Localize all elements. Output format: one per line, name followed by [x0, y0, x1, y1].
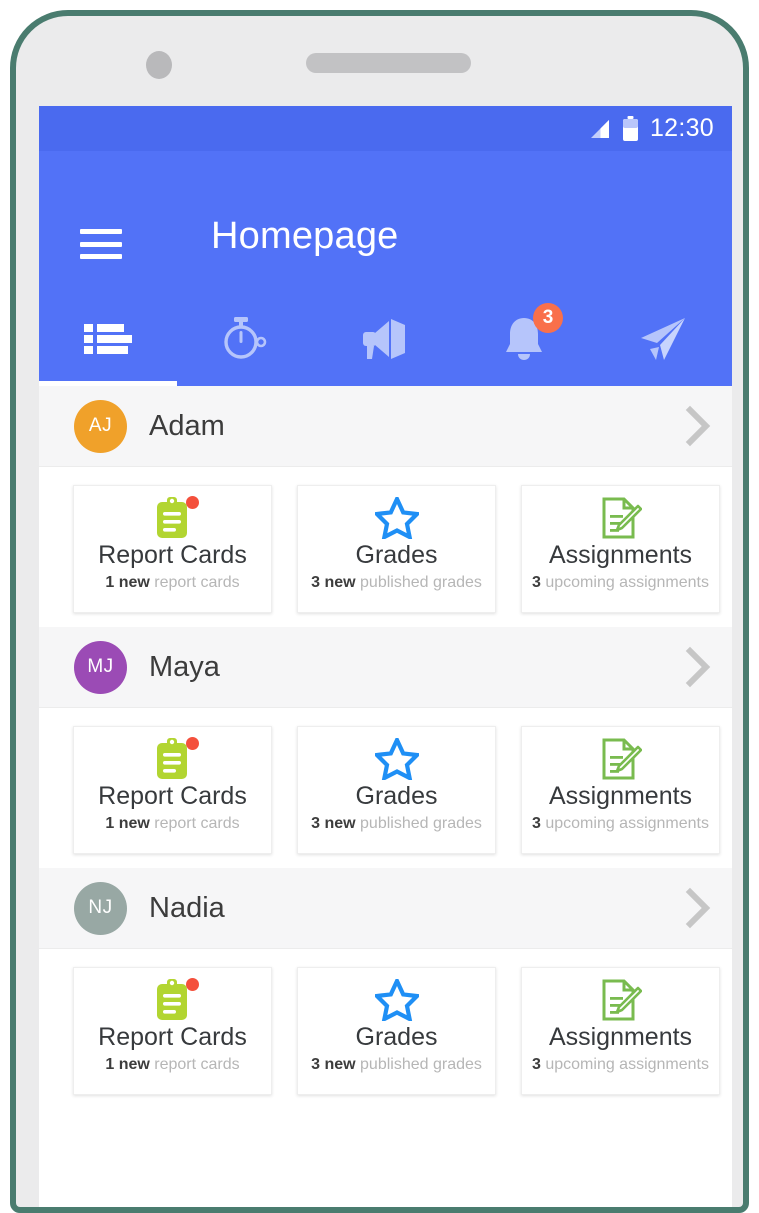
tile-subtitle-rest: report cards — [154, 1056, 240, 1073]
card-strip-nadia[interactable]: Report Cards 1 new report cards Grades 3 ne… — [39, 949, 732, 1109]
star-outline-icon — [374, 979, 419, 1021]
tile-grades[interactable]: Grades 3 new published grades — [297, 726, 496, 854]
tile-title: Assignments — [548, 782, 693, 810]
student-row-adam[interactable]: AJ Adam — [39, 386, 732, 467]
tile-report-cards[interactable]: Report Cards 1 new report cards — [73, 726, 272, 854]
new-item-dot-badge — [185, 978, 199, 991]
document-pencil-icon — [600, 497, 642, 539]
app-bar: Homepage 3 — [39, 151, 732, 386]
avatar: NJ — [74, 881, 127, 935]
student-row-maya[interactable]: MJ Maya — [39, 627, 732, 708]
tab-bar: 3 — [39, 291, 732, 386]
tab-notifications[interactable]: 3 — [455, 291, 594, 386]
card-strip-maya[interactable]: Report Cards 1 new report cards Grades 3 ne… — [39, 708, 732, 868]
tile-count: 3 — [532, 574, 541, 591]
document-pencil-icon — [600, 979, 642, 1021]
tile-title: Assignments — [548, 541, 693, 569]
signal-bars-icon — [589, 119, 611, 139]
tile-subtitle-rest: upcoming assignments — [545, 1056, 709, 1073]
tab-list[interactable] — [39, 291, 178, 386]
tile-report-cards[interactable]: Report Cards 1 new report cards — [73, 967, 272, 1095]
clipboard-icon — [153, 737, 199, 780]
tile-subtitle: 3 new published grades — [311, 1056, 482, 1074]
students-list[interactable]: AJ Adam Report Cards 1 new report cards Gr… — [39, 386, 732, 1207]
tile-title: Grades — [355, 782, 438, 810]
new-item-dot-badge — [185, 737, 199, 750]
stopwatch-icon — [220, 316, 274, 361]
tile-subtitle-rest: report cards — [154, 574, 240, 591]
tab-timer[interactable] — [178, 291, 317, 386]
phone-frame: 12:30 Homepage 3 AJ Adam Report Cards 1 … — [10, 10, 749, 1213]
megaphone-icon — [359, 317, 411, 361]
tab-announcements[interactable] — [316, 291, 455, 386]
battery-icon — [622, 115, 639, 142]
tile-subtitle-rest: upcoming assignments — [545, 815, 709, 832]
tile-grades[interactable]: Grades 3 new published grades — [297, 485, 496, 613]
tile-count: 1 new — [105, 815, 150, 832]
notification-badge: 3 — [533, 302, 564, 333]
tile-subtitle: 3 upcoming assignments — [532, 815, 709, 833]
tile-subtitle-rest: upcoming assignments — [545, 574, 709, 591]
tile-count: 3 — [532, 815, 541, 832]
chevron-right-icon[interactable] — [684, 886, 714, 930]
tile-subtitle: 3 upcoming assignments — [532, 574, 709, 592]
speaker-grille — [306, 53, 471, 73]
tile-title: Grades — [355, 1023, 438, 1051]
tile-assignments[interactable]: Assignments 3 upcoming assignments — [521, 485, 720, 613]
tile-subtitle: 3 upcoming assignments — [532, 1056, 709, 1074]
tile-subtitle-rest: published grades — [360, 815, 482, 832]
tile-count: 3 new — [311, 1056, 356, 1073]
star-outline-icon — [374, 738, 419, 780]
new-item-dot-badge — [185, 496, 199, 509]
bell-icon: 3 — [502, 302, 564, 362]
status-bar: 12:30 — [39, 106, 732, 151]
tile-subtitle-rest: report cards — [154, 815, 240, 832]
tile-count: 3 — [532, 1056, 541, 1073]
tile-grades[interactable]: Grades 3 new published grades — [297, 967, 496, 1095]
student-name: Nadia — [149, 891, 225, 924]
tile-title: Grades — [355, 541, 438, 569]
chevron-right-icon[interactable] — [684, 645, 714, 689]
clipboard-icon — [153, 496, 199, 539]
tile-subtitle-rest: published grades — [360, 1056, 482, 1073]
student-name: Adam — [149, 409, 225, 442]
camera-dot — [146, 51, 172, 79]
document-pencil-icon — [600, 738, 642, 780]
tile-subtitle-rest: published grades — [360, 574, 482, 591]
tab-messages[interactable] — [593, 291, 732, 386]
tile-title: Report Cards — [98, 541, 247, 569]
hamburger-menu-icon[interactable] — [80, 229, 122, 259]
tile-title: Assignments — [548, 1023, 693, 1051]
list-icon — [84, 322, 133, 356]
card-strip-adam[interactable]: Report Cards 1 new report cards Grades 3 ne… — [39, 467, 732, 627]
student-row-nadia[interactable]: NJ Nadia — [39, 868, 732, 949]
clipboard-icon — [153, 978, 199, 1021]
tile-title: Report Cards — [98, 782, 247, 810]
tile-subtitle: 1 new report cards — [105, 574, 239, 592]
avatar: MJ — [74, 640, 127, 694]
tile-count: 3 new — [311, 574, 356, 591]
tile-title: Report Cards — [98, 1023, 247, 1051]
tile-subtitle: 1 new report cards — [105, 815, 239, 833]
tile-assignments[interactable]: Assignments 3 upcoming assignments — [521, 967, 720, 1095]
tile-assignments[interactable]: Assignments 3 upcoming assignments — [521, 726, 720, 854]
student-name: Maya — [149, 650, 220, 683]
status-time: 12:30 — [649, 114, 714, 142]
chevron-right-icon[interactable] — [684, 404, 714, 448]
avatar: AJ — [74, 399, 127, 453]
star-outline-icon — [374, 497, 419, 539]
tile-count: 1 new — [105, 1056, 150, 1073]
tile-subtitle: 3 new published grades — [311, 815, 482, 833]
tile-subtitle: 3 new published grades — [311, 574, 482, 592]
tile-report-cards[interactable]: Report Cards 1 new report cards — [73, 485, 272, 613]
tile-count: 3 new — [311, 815, 356, 832]
page-title: Homepage — [211, 215, 399, 257]
tile-subtitle: 1 new report cards — [105, 1056, 239, 1074]
tile-count: 1 new — [105, 574, 150, 591]
send-paper-plane-icon — [637, 316, 689, 362]
phone-screen: 12:30 Homepage 3 AJ Adam Report Cards 1 … — [39, 106, 732, 1207]
